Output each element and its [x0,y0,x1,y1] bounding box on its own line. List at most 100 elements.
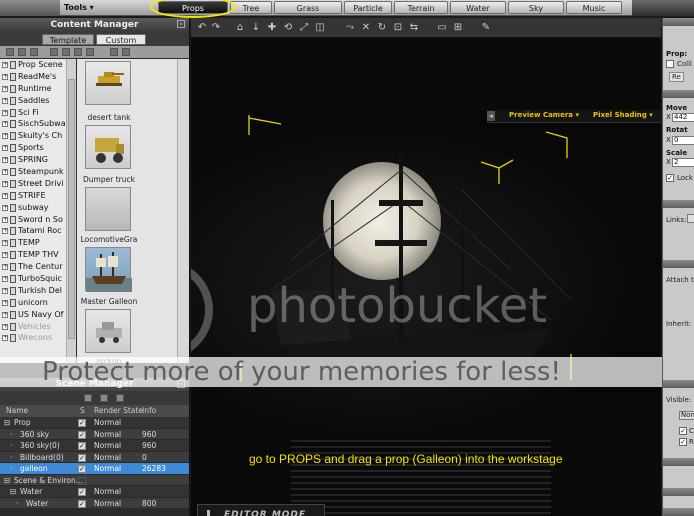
tree-item[interactable]: + Tatami Roc [0,225,76,237]
expand-icon[interactable]: + [2,287,8,294]
rotate-x-field[interactable]: 0 [672,136,694,145]
tree-item[interactable]: + Steampunk [0,166,76,178]
expand-icon[interactable]: + [2,192,8,199]
scale-x-field[interactable]: 2 [672,158,694,167]
tree-item[interactable]: + Runtime [0,83,76,95]
search-icon[interactable] [110,48,118,56]
home-icon[interactable]: ⌂ [235,23,245,33]
tab-tree[interactable]: Tree [230,1,272,14]
expand-icon[interactable]: + [2,109,8,116]
scene-row[interactable]: · 360 sky ✓ Normal 960 [0,428,189,441]
expand-icon[interactable]: + [2,121,8,128]
editor-mode-indicator[interactable]: EDITOR MODE [197,504,325,516]
scene-row[interactable]: ⊟ Water ✓ Normal [0,486,189,498]
redo-icon[interactable]: ↷ [211,23,221,33]
expand-icon[interactable]: + [2,97,8,104]
tree-toggle-icon[interactable]: ⊟ [4,417,10,429]
tree-scrollbar[interactable] [66,59,76,363]
link-icon[interactable] [100,394,108,402]
tree-toggle-icon[interactable]: · [16,498,18,510]
tree-scroll-thumb[interactable] [68,79,75,339]
group-icon[interactable] [84,394,92,402]
select-icon[interactable]: ◫ [315,23,325,33]
thumbnail-pickup[interactable] [85,309,131,353]
brush-icon[interactable]: ✎ [481,23,491,33]
snap-icon[interactable]: ⤳ [345,23,355,33]
expand-icon[interactable]: + [2,133,8,140]
scene-row[interactable]: · galleon ✓ Normal 26283 [0,463,189,475]
column-s[interactable]: S [80,405,85,417]
align-icon[interactable]: ⇆ [409,23,419,33]
grid-icon[interactable]: ⊞ [453,23,463,33]
zoom-icon[interactable]: ⊡ [393,23,403,33]
option-checkbox-1[interactable]: ✓ [679,427,687,435]
expand-icon[interactable]: + [2,157,8,164]
camera-dropdown[interactable]: Preview Camera ▾ [509,111,579,119]
settings-icon[interactable] [116,394,124,402]
visibility-checkbox[interactable]: ✓ [78,488,86,496]
visibility-checkbox[interactable]: ✓ [78,419,86,427]
scene-row[interactable]: ⊟ Prop ✓ Normal [0,417,189,429]
tree-item[interactable]: + SischSubwa [0,118,76,130]
expand-icon[interactable]: + [2,276,8,283]
expand-icon[interactable]: + [2,62,8,68]
expand-icon[interactable]: + [2,264,8,271]
expand-icon[interactable]: + [2,335,8,342]
tree-item[interactable]: + Sports [0,142,76,154]
viewport-scene[interactable]: photobucket EDITOR MODE go to PROPS and … [191,110,661,516]
down-arrow-icon[interactable]: ↓ [251,23,261,33]
thumbnail-scrollbar[interactable] [177,59,189,363]
scene-row[interactable]: · 360 sky(0) ✓ Normal 960 [0,440,189,452]
collapse-icon[interactable]: - [177,380,185,388]
expand-icon[interactable]: + [2,169,8,176]
tab-sky[interactable]: Sky [508,1,564,14]
move-icon[interactable]: ✚ [267,23,277,33]
visibility-checkbox[interactable] [78,476,86,485]
tab-music[interactable]: Music [566,1,622,14]
links-field[interactable] [687,214,694,223]
expand-icon[interactable]: + [2,240,8,247]
tree-toggle-icon[interactable]: ⊟ [10,486,16,498]
shading-dropdown[interactable]: Pixel Shading ▾ [593,111,653,119]
orbit-icon[interactable]: ↻ [377,23,387,33]
visibility-checkbox[interactable]: ✓ [78,430,86,439]
scene-row[interactable]: · Billboard(0) ✓ Normal 0 [0,451,189,464]
tree-item[interactable]: + Sword n So [0,214,76,226]
tree-item[interactable]: + Vehicles [0,321,76,333]
tree-item[interactable]: + unicorn [0,297,76,309]
tab-grass[interactable]: Grass [274,1,342,14]
viewport-3d[interactable]: photobucket EDITOR MODE go to PROPS and … [191,38,661,516]
tree-item[interactable]: + US Navy Of [0,309,76,321]
folder-icon[interactable] [6,48,14,56]
thumbnail-dumper-truck[interactable] [85,125,131,169]
scale-icon[interactable]: ⤢ [299,23,309,33]
expand-icon[interactable]: + [2,216,8,223]
tree-item[interactable]: + SPRING [0,154,76,166]
column-name[interactable]: Name [6,405,28,417]
tree-item[interactable]: + The Centur [0,261,76,273]
tree-toggle-icon[interactable]: · [10,429,12,441]
expand-icon[interactable]: + [2,252,8,259]
visible-dropdown[interactable]: Non [679,411,694,420]
tree-item[interactable]: + STRIFE [0,190,76,202]
scene-row[interactable]: · Water ✓ Normal 800 [0,497,189,510]
visibility-checkbox[interactable]: ✓ [78,499,86,508]
visibility-checkbox[interactable]: ✓ [78,442,86,450]
delete-icon[interactable] [30,48,38,56]
visibility-checkbox[interactable]: ✓ [78,453,86,462]
reset-button[interactable]: Re [669,72,684,82]
rotate-icon[interactable]: ⟲ [283,23,293,33]
collision-checkbox[interactable] [666,60,674,68]
option-checkbox-2[interactable]: ✓ [679,438,687,446]
tree-toggle-icon[interactable]: · [10,452,12,464]
collapse-left-icon[interactable]: ◂ [487,111,495,121]
tab-water[interactable]: Water [450,1,506,14]
expand-icon[interactable]: + [2,145,8,152]
tree-item[interactable]: + TEMP THV [0,249,76,261]
expand-icon[interactable]: + [2,180,8,187]
export-icon[interactable] [86,48,94,56]
tree-item[interactable]: + Turkish Del [0,285,76,297]
visibility-checkbox[interactable]: ✓ [78,465,86,473]
tab-terrain[interactable]: Terrain [394,1,448,14]
tab-custom[interactable]: Custom [96,34,146,45]
